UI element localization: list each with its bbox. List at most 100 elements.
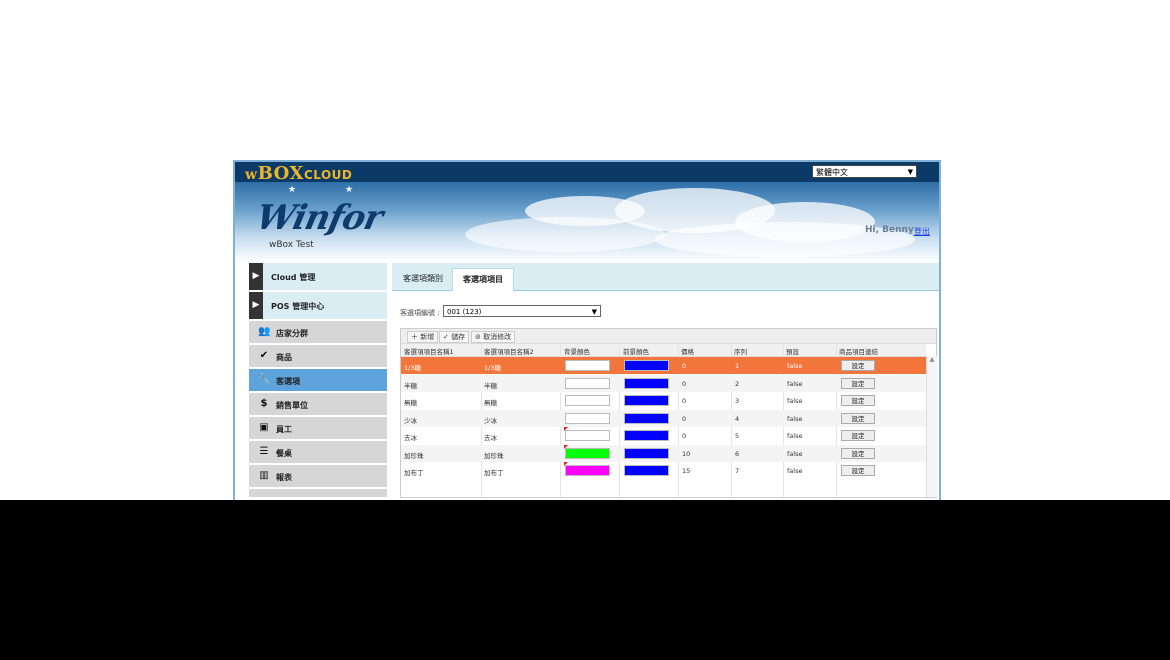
default-cell[interactable]: false xyxy=(787,432,802,440)
set-link-button[interactable]: 設定 xyxy=(841,412,875,424)
table-row[interactable]: 半糖 半糖 0 2 false 設定 xyxy=(401,374,926,392)
sidebar-item-tables[interactable]: ☰ 餐桌 xyxy=(249,441,387,463)
sidebar-item-cloud[interactable]: ▶ Cloud 管理 xyxy=(249,263,387,290)
background-color-swatch[interactable] xyxy=(565,447,610,459)
sidebar-item-label: 店家分群 xyxy=(276,329,308,338)
foreground-color-swatch[interactable] xyxy=(624,465,669,476)
price-cell[interactable]: 0 xyxy=(682,362,686,370)
set-link-button[interactable]: 設定 xyxy=(841,377,875,389)
sidebar-item-pos[interactable]: ▶ POS 管理中心 xyxy=(249,292,387,319)
default-cell[interactable]: false xyxy=(787,467,802,475)
vertical-scrollbar[interactable]: ▲ xyxy=(926,356,937,497)
sidebar: ▶ Cloud 管理 ▶ POS 管理中心 👥 店家分群 ✔ 商品 🔧 客選項 … xyxy=(249,263,387,499)
language-select[interactable]: 繁體中文 ▼ xyxy=(812,165,917,178)
column-header[interactable]: 序列 xyxy=(734,346,747,356)
column-header[interactable]: 客選項項目名稱2 xyxy=(484,346,534,356)
item-name2-cell[interactable]: 去冰 xyxy=(484,432,497,442)
sidebar-item-staff[interactable]: ▣ 員工 xyxy=(249,417,387,439)
foreground-color-swatch[interactable] xyxy=(624,377,669,389)
price-cell[interactable]: 0 xyxy=(682,397,686,405)
default-cell[interactable]: false xyxy=(787,415,802,423)
sequence-cell[interactable]: 4 xyxy=(735,415,739,423)
set-link-button[interactable]: 設定 xyxy=(841,447,875,459)
item-name2-cell[interactable]: 無糖 xyxy=(484,397,497,407)
table-row[interactable]: 去冰 去冰 0 5 false 設定 xyxy=(401,427,926,444)
save-button[interactable]: ✓ 儲存 xyxy=(439,331,470,343)
sequence-cell[interactable]: 7 xyxy=(735,467,739,475)
item-name1-cell[interactable]: 少冰 xyxy=(404,415,417,425)
column-header[interactable]: 客選項項目名稱1 xyxy=(404,346,454,356)
winfor-logo: Winfor xyxy=(252,198,386,238)
logout-link[interactable]: 登出 xyxy=(914,226,930,237)
item-name1-cell[interactable]: 去冰 xyxy=(404,432,417,442)
background-color-swatch[interactable] xyxy=(565,377,610,389)
background-color-swatch[interactable] xyxy=(565,412,610,424)
item-name1-cell[interactable]: 加珍珠 xyxy=(404,450,424,460)
set-link-button[interactable]: 設定 xyxy=(841,430,875,441)
background-color-swatch[interactable] xyxy=(565,395,610,406)
table-row[interactable]: 無糖 無糖 0 3 false 設定 xyxy=(401,392,926,409)
column-header[interactable]: 價格 xyxy=(681,346,694,356)
default-cell[interactable]: false xyxy=(787,450,802,458)
sidebar-item-sales-unit[interactable]: $ 銷售單位 xyxy=(249,393,387,415)
item-name1-cell[interactable]: 加布丁 xyxy=(404,467,424,477)
table-row[interactable]: 1/3糖 1/3糖 0 1 false 設定 xyxy=(401,357,926,374)
item-name2-cell[interactable]: 加布丁 xyxy=(484,467,504,477)
add-button[interactable]: ＋ 新增 xyxy=(407,331,439,343)
background-color-swatch[interactable] xyxy=(565,465,610,476)
set-link-button[interactable]: 設定 xyxy=(841,395,875,406)
price-cell[interactable]: 0 xyxy=(682,380,686,388)
default-cell[interactable]: false xyxy=(787,362,802,370)
black-backdrop xyxy=(0,500,1170,660)
table-row[interactable]: 加珍珠 加珍珠 10 6 false 設定 xyxy=(401,444,926,462)
foreground-color-swatch[interactable] xyxy=(624,430,669,441)
sequence-cell[interactable]: 1 xyxy=(735,362,739,370)
brand-logo: wBOXCLOUD xyxy=(245,163,353,184)
price-cell[interactable]: 10 xyxy=(682,450,690,458)
column-header[interactable]: 前景顏色 xyxy=(623,346,649,356)
tab-option-category[interactable]: 客選項類別 xyxy=(394,268,452,290)
sidebar-item-reports[interactable]: ▥ 報表 xyxy=(249,465,387,487)
item-name1-cell[interactable]: 1/3糖 xyxy=(404,362,421,372)
column-header[interactable]: 預設 xyxy=(786,346,799,356)
cancel-changes-button[interactable]: ⊘ 取消修改 xyxy=(471,331,516,343)
price-cell[interactable]: 0 xyxy=(682,415,686,423)
sidebar-item-options[interactable]: 🔧 客選項 xyxy=(249,369,387,391)
set-link-button[interactable]: 設定 xyxy=(841,360,875,371)
foreground-color-swatch[interactable] xyxy=(624,360,669,371)
column-header[interactable]: 背景顏色 xyxy=(564,346,590,356)
sidebar-item-products[interactable]: ✔ 商品 xyxy=(249,345,387,367)
default-cell[interactable]: false xyxy=(787,380,802,388)
item-name2-cell[interactable]: 少冰 xyxy=(484,415,497,425)
foreground-color-swatch[interactable] xyxy=(624,395,669,406)
price-cell[interactable]: 0 xyxy=(682,432,686,440)
default-cell[interactable]: false xyxy=(787,397,802,405)
top-bar: wBOXCLOUD 繁體中文 ▼ xyxy=(235,162,939,184)
chevron-down-icon: ▼ xyxy=(907,168,913,176)
sequence-cell[interactable]: 5 xyxy=(735,432,739,440)
option-id-select[interactable]: 001 (123) ▼ xyxy=(443,305,601,317)
play-triangle-icon: ▶ xyxy=(249,263,263,290)
background-color-swatch[interactable] xyxy=(565,360,610,371)
item-name2-cell[interactable]: 1/3糖 xyxy=(484,362,501,372)
set-link-button[interactable]: 設定 xyxy=(841,465,875,476)
money-icon: $ xyxy=(260,398,268,409)
table-row[interactable]: 少冰 少冰 0 4 false 設定 xyxy=(401,409,926,427)
tab-option-item[interactable]: 客選項項目 xyxy=(452,268,514,291)
sidebar-item-more[interactable] xyxy=(249,489,387,497)
item-name2-cell[interactable]: 半糖 xyxy=(484,380,497,390)
save-button-label: 儲存 xyxy=(451,333,466,341)
foreground-color-swatch[interactable] xyxy=(624,412,669,424)
price-cell[interactable]: 15 xyxy=(682,467,690,475)
item-name1-cell[interactable]: 無糖 xyxy=(404,397,417,407)
column-header[interactable]: 商品項目連結 xyxy=(839,346,878,356)
sequence-cell[interactable]: 2 xyxy=(735,380,739,388)
sidebar-item-store-group[interactable]: 👥 店家分群 xyxy=(249,321,387,343)
sequence-cell[interactable]: 3 xyxy=(735,397,739,405)
foreground-color-swatch[interactable] xyxy=(624,447,669,459)
item-name1-cell[interactable]: 半糖 xyxy=(404,380,417,390)
background-color-swatch[interactable] xyxy=(565,430,610,441)
table-row[interactable]: 加布丁 加布丁 15 7 false 設定 xyxy=(401,462,926,479)
sequence-cell[interactable]: 6 xyxy=(735,450,739,458)
item-name2-cell[interactable]: 加珍珠 xyxy=(484,450,504,460)
